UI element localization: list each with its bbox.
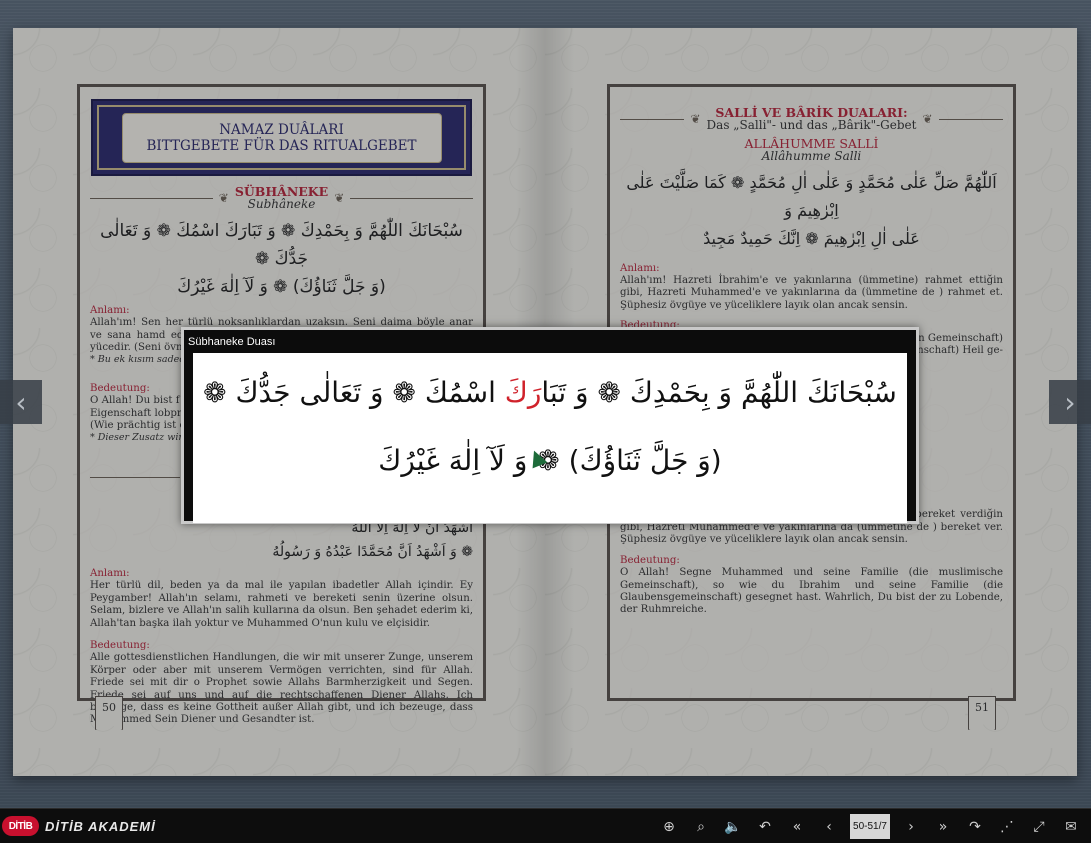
next-page-icon[interactable]: › — [898, 814, 924, 840]
first-page-icon[interactable]: « — [784, 814, 810, 840]
share-icon[interactable]: ⋰ — [994, 814, 1020, 840]
brand[interactable]: DİTİB DİTİB AKADEMİ — [0, 816, 156, 836]
popup-arabic-text[interactable]: سُبْحَانَكَ اللّٰهُمَّ وَ بِحَمْدِكَ ❁ و… — [193, 353, 907, 495]
toolbar-buttons: ⊕ ⌕ 🔈 ↶ « ‹ 50-51/7 › » ↷ ⋰ ⤢ ✉ — [656, 809, 1090, 843]
popup-body: سُبْحَانَكَ اللّٰهُمَّ وَ بِحَمْدِكَ ❁ و… — [193, 353, 907, 523]
fullscreen-icon[interactable]: ⤢ — [1026, 814, 1052, 840]
page-indicator[interactable]: 50-51/7 — [850, 814, 890, 839]
volume-icon[interactable]: 🔈 — [720, 814, 746, 840]
popup-arabic-line2[interactable]: (وَ جَلَّ ثَنَاؤُكَ) ❁ وَ لَآ اِلٰهَ غَي… — [193, 427, 907, 495]
zoom-in-icon[interactable]: ⊕ — [656, 814, 682, 840]
chevron-right-icon[interactable]: › — [1049, 380, 1091, 424]
popup-arabic-line1[interactable]: سُبْحَانَكَ اللّٰهُمَّ وَ بِحَمْدِكَ ❁ و… — [193, 359, 907, 427]
redo-icon[interactable]: ↷ — [962, 814, 988, 840]
highlighted-word: رَكَ — [504, 376, 542, 409]
arabic-segment: سُبْحَانَكَ اللّٰهُمَّ وَ بِحَمْدِكَ ❁ و… — [541, 376, 897, 409]
prev-page-icon[interactable]: ‹ — [816, 814, 842, 840]
mail-icon[interactable]: ✉ — [1058, 814, 1084, 840]
undo-icon[interactable]: ↶ — [752, 814, 778, 840]
audio-popup: Sübhaneke Duası سُبْحَانَكَ اللّٰهُمَّ و… — [181, 327, 919, 524]
brand-logo: DİTİB — [2, 816, 39, 836]
bottom-toolbar: DİTİB DİTİB AKADEMİ ⊕ ⌕ 🔈 ↶ « ‹ 50-51/7 … — [0, 808, 1091, 843]
brand-name: DİTİB AKADEMİ — [45, 818, 156, 834]
search-icon[interactable]: ⌕ — [688, 814, 714, 840]
popup-title: Sübhaneke Duası — [188, 336, 276, 348]
last-page-icon[interactable]: » — [930, 814, 956, 840]
chevron-left-icon[interactable]: ‹ — [0, 380, 42, 424]
arabic-segment: اسْمُكَ ❁ وَ تَعَالٰى جَدُّكَ ❁ — [203, 376, 505, 409]
